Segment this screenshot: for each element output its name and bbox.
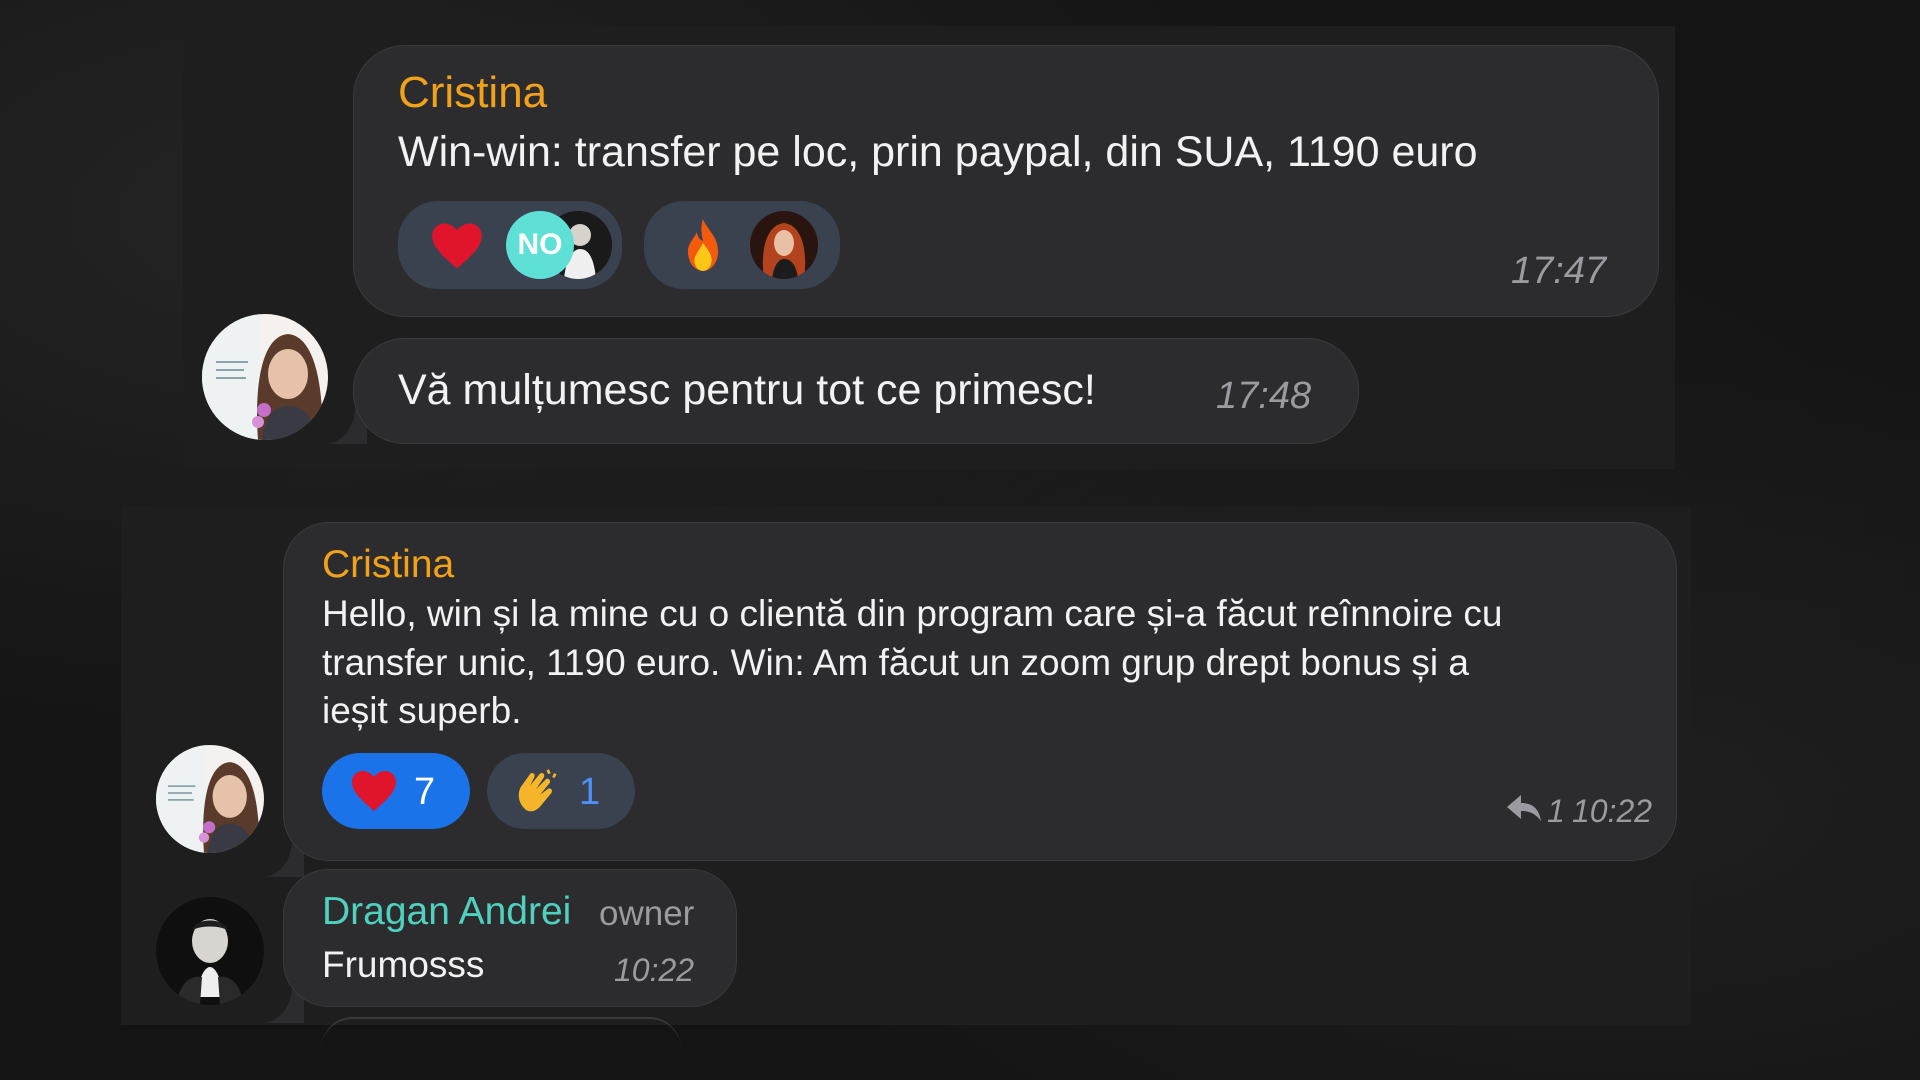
avatar-cristina[interactable] xyxy=(156,745,264,853)
message-text: Win-win: transfer pe loc, prin paypal, d… xyxy=(398,128,1478,176)
clap-icon xyxy=(513,767,563,820)
sender-name[interactable]: Dragan Andrei xyxy=(322,890,571,934)
message-bubble[interactable]: Dragan Andrei owner Frumosss 10:22 xyxy=(283,869,737,1007)
message-bubble[interactable]: Cristina Win-win: transfer pe loc, prin … xyxy=(353,45,1659,317)
reply-count: 1 xyxy=(1547,793,1565,829)
reaction-avatar-no: NO xyxy=(506,211,574,279)
reaction-clap[interactable]: 1 xyxy=(487,753,635,829)
sender-name[interactable]: Cristina xyxy=(398,68,547,118)
heart-icon xyxy=(430,221,484,276)
avatar-dragan-andrei[interactable] xyxy=(156,897,264,1005)
message-time: 17:48 xyxy=(1216,375,1312,417)
message-text-line-2: transfer unic, 1190 euro. Win: Am făcut … xyxy=(322,642,1469,683)
owner-badge: owner xyxy=(599,894,695,933)
message-time: 10:22 xyxy=(614,952,695,988)
message-bubble[interactable]: Cristina Hello, win și la mine cu o clie… xyxy=(283,522,1677,861)
reaction-heart[interactable]: 7 xyxy=(322,753,470,829)
message-time: 10:22 xyxy=(1572,793,1653,829)
chat-screenshot-1: Cristina Win-win: transfer pe loc, prin … xyxy=(183,26,1675,469)
reaction-count: 1 xyxy=(579,771,601,813)
sender-name[interactable]: Cristina xyxy=(322,543,454,587)
heart-icon xyxy=(350,769,398,818)
avatar-cristina[interactable] xyxy=(202,314,328,440)
fire-icon xyxy=(680,217,726,278)
reaction-fire[interactable] xyxy=(644,201,840,289)
message-bubble[interactable]: Vă mulțumesc pentru tot ce primesc! 17:4… xyxy=(353,338,1359,444)
reply-icon[interactable] xyxy=(1507,795,1543,828)
reaction-avatar-woman xyxy=(750,211,818,279)
message-text-line-1: Hello, win și la mine cu o clientă din p… xyxy=(322,593,1503,634)
next-message-edge xyxy=(321,1017,681,1049)
message-time: 17:47 xyxy=(1511,250,1607,292)
chat-screenshot-2: Cristina Hello, win și la mine cu o clie… xyxy=(121,507,1691,1025)
message-text-line-3: ieșit superb. xyxy=(322,690,522,731)
reaction-heart[interactable]: NO xyxy=(398,201,622,289)
reaction-count: 7 xyxy=(414,771,436,813)
message-text: Frumosss xyxy=(322,944,485,985)
message-text: Vă mulțumesc pentru tot ce primesc! xyxy=(398,366,1096,414)
